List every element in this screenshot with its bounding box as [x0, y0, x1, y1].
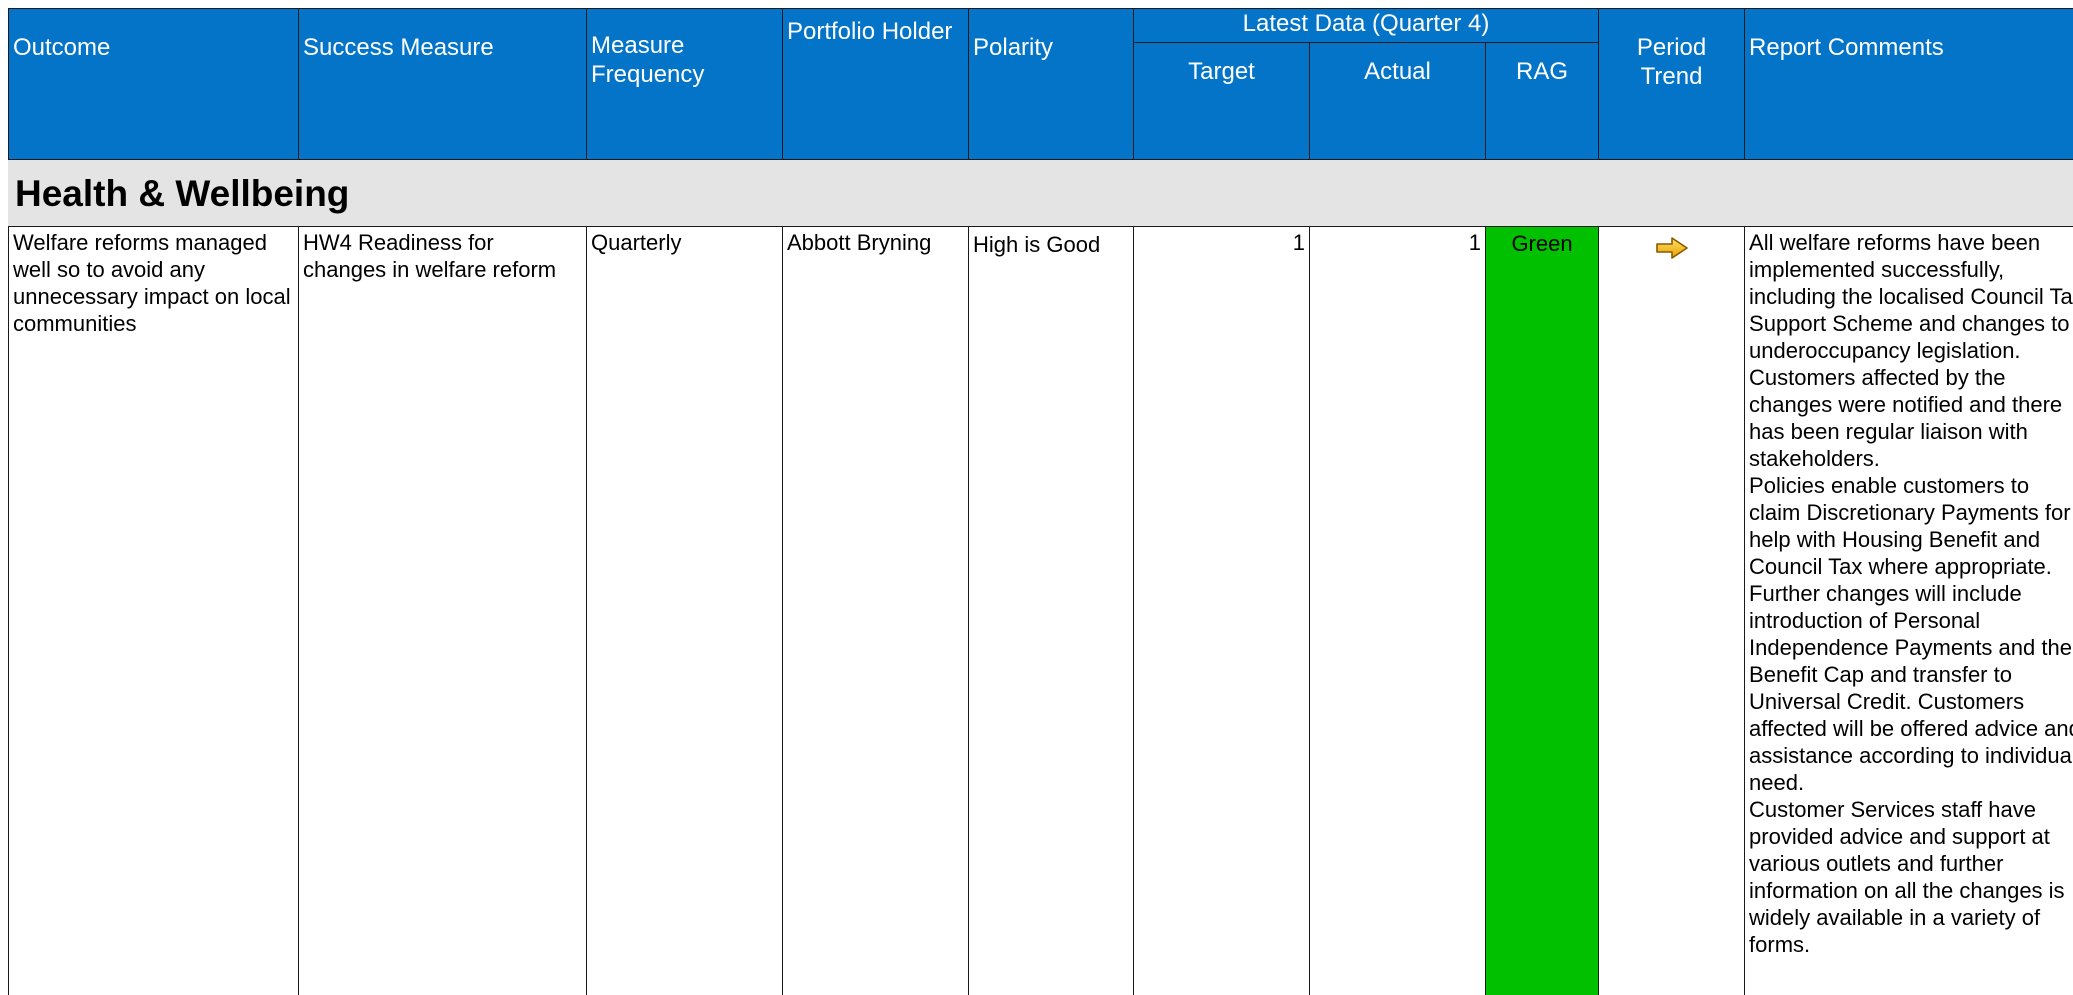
header-portfolio-holder: Portfolio Holder [782, 8, 969, 160]
header-outcome: Outcome [8, 8, 299, 160]
report-sheet: Outcome Success Measure Measure Frequenc… [8, 8, 2073, 995]
cell-success-measure: HW4 Readiness for changes in welfare ref… [298, 226, 587, 995]
comment-paragraph: Policies enable customers to claim Discr… [1749, 473, 2071, 579]
header-report-comments: Report Comments [1744, 8, 2073, 160]
header-latest-data: Latest Data (Quarter 4) [1132, 8, 1600, 43]
cell-target: 1 [1133, 226, 1310, 995]
right-arrow-icon [1654, 235, 1690, 261]
header-rag: RAG [1484, 42, 1600, 160]
header-period-trend: Period Trend [1598, 8, 1746, 160]
header-target: Target [1133, 42, 1310, 160]
cell-measure-frequency: Quarterly [586, 226, 783, 995]
cell-period-trend [1598, 226, 1746, 995]
section-title: Health & Wellbeing [8, 159, 2073, 227]
cell-outcome: Welfare reforms managed well so to avoid… [8, 226, 299, 995]
header-success-measure: Success Measure [298, 8, 587, 160]
comment-paragraph: All welfare reforms have been implemente… [1749, 230, 2073, 471]
cell-polarity: High is Good [968, 226, 1134, 995]
header-actual: Actual [1309, 42, 1486, 160]
table-row: Welfare reforms managed well so to avoid… [8, 226, 2073, 995]
section-row: Health & Wellbeing [8, 159, 2073, 227]
performance-table: Outcome Success Measure Measure Frequenc… [8, 8, 2073, 995]
header-polarity: Polarity [968, 8, 1134, 160]
cell-portfolio-holder: Abbott Bryning [782, 226, 969, 995]
comment-paragraph: Customer Services staff have provided ad… [1749, 797, 2065, 957]
cell-actual: 1 [1309, 226, 1486, 995]
cell-report-comments: All welfare reforms have been implemente… [1744, 226, 2073, 995]
cell-rag-status: Green [1484, 226, 1600, 995]
header-measure-frequency: Measure Frequency [586, 8, 783, 160]
comment-paragraph: Further changes will include introductio… [1749, 581, 2073, 795]
